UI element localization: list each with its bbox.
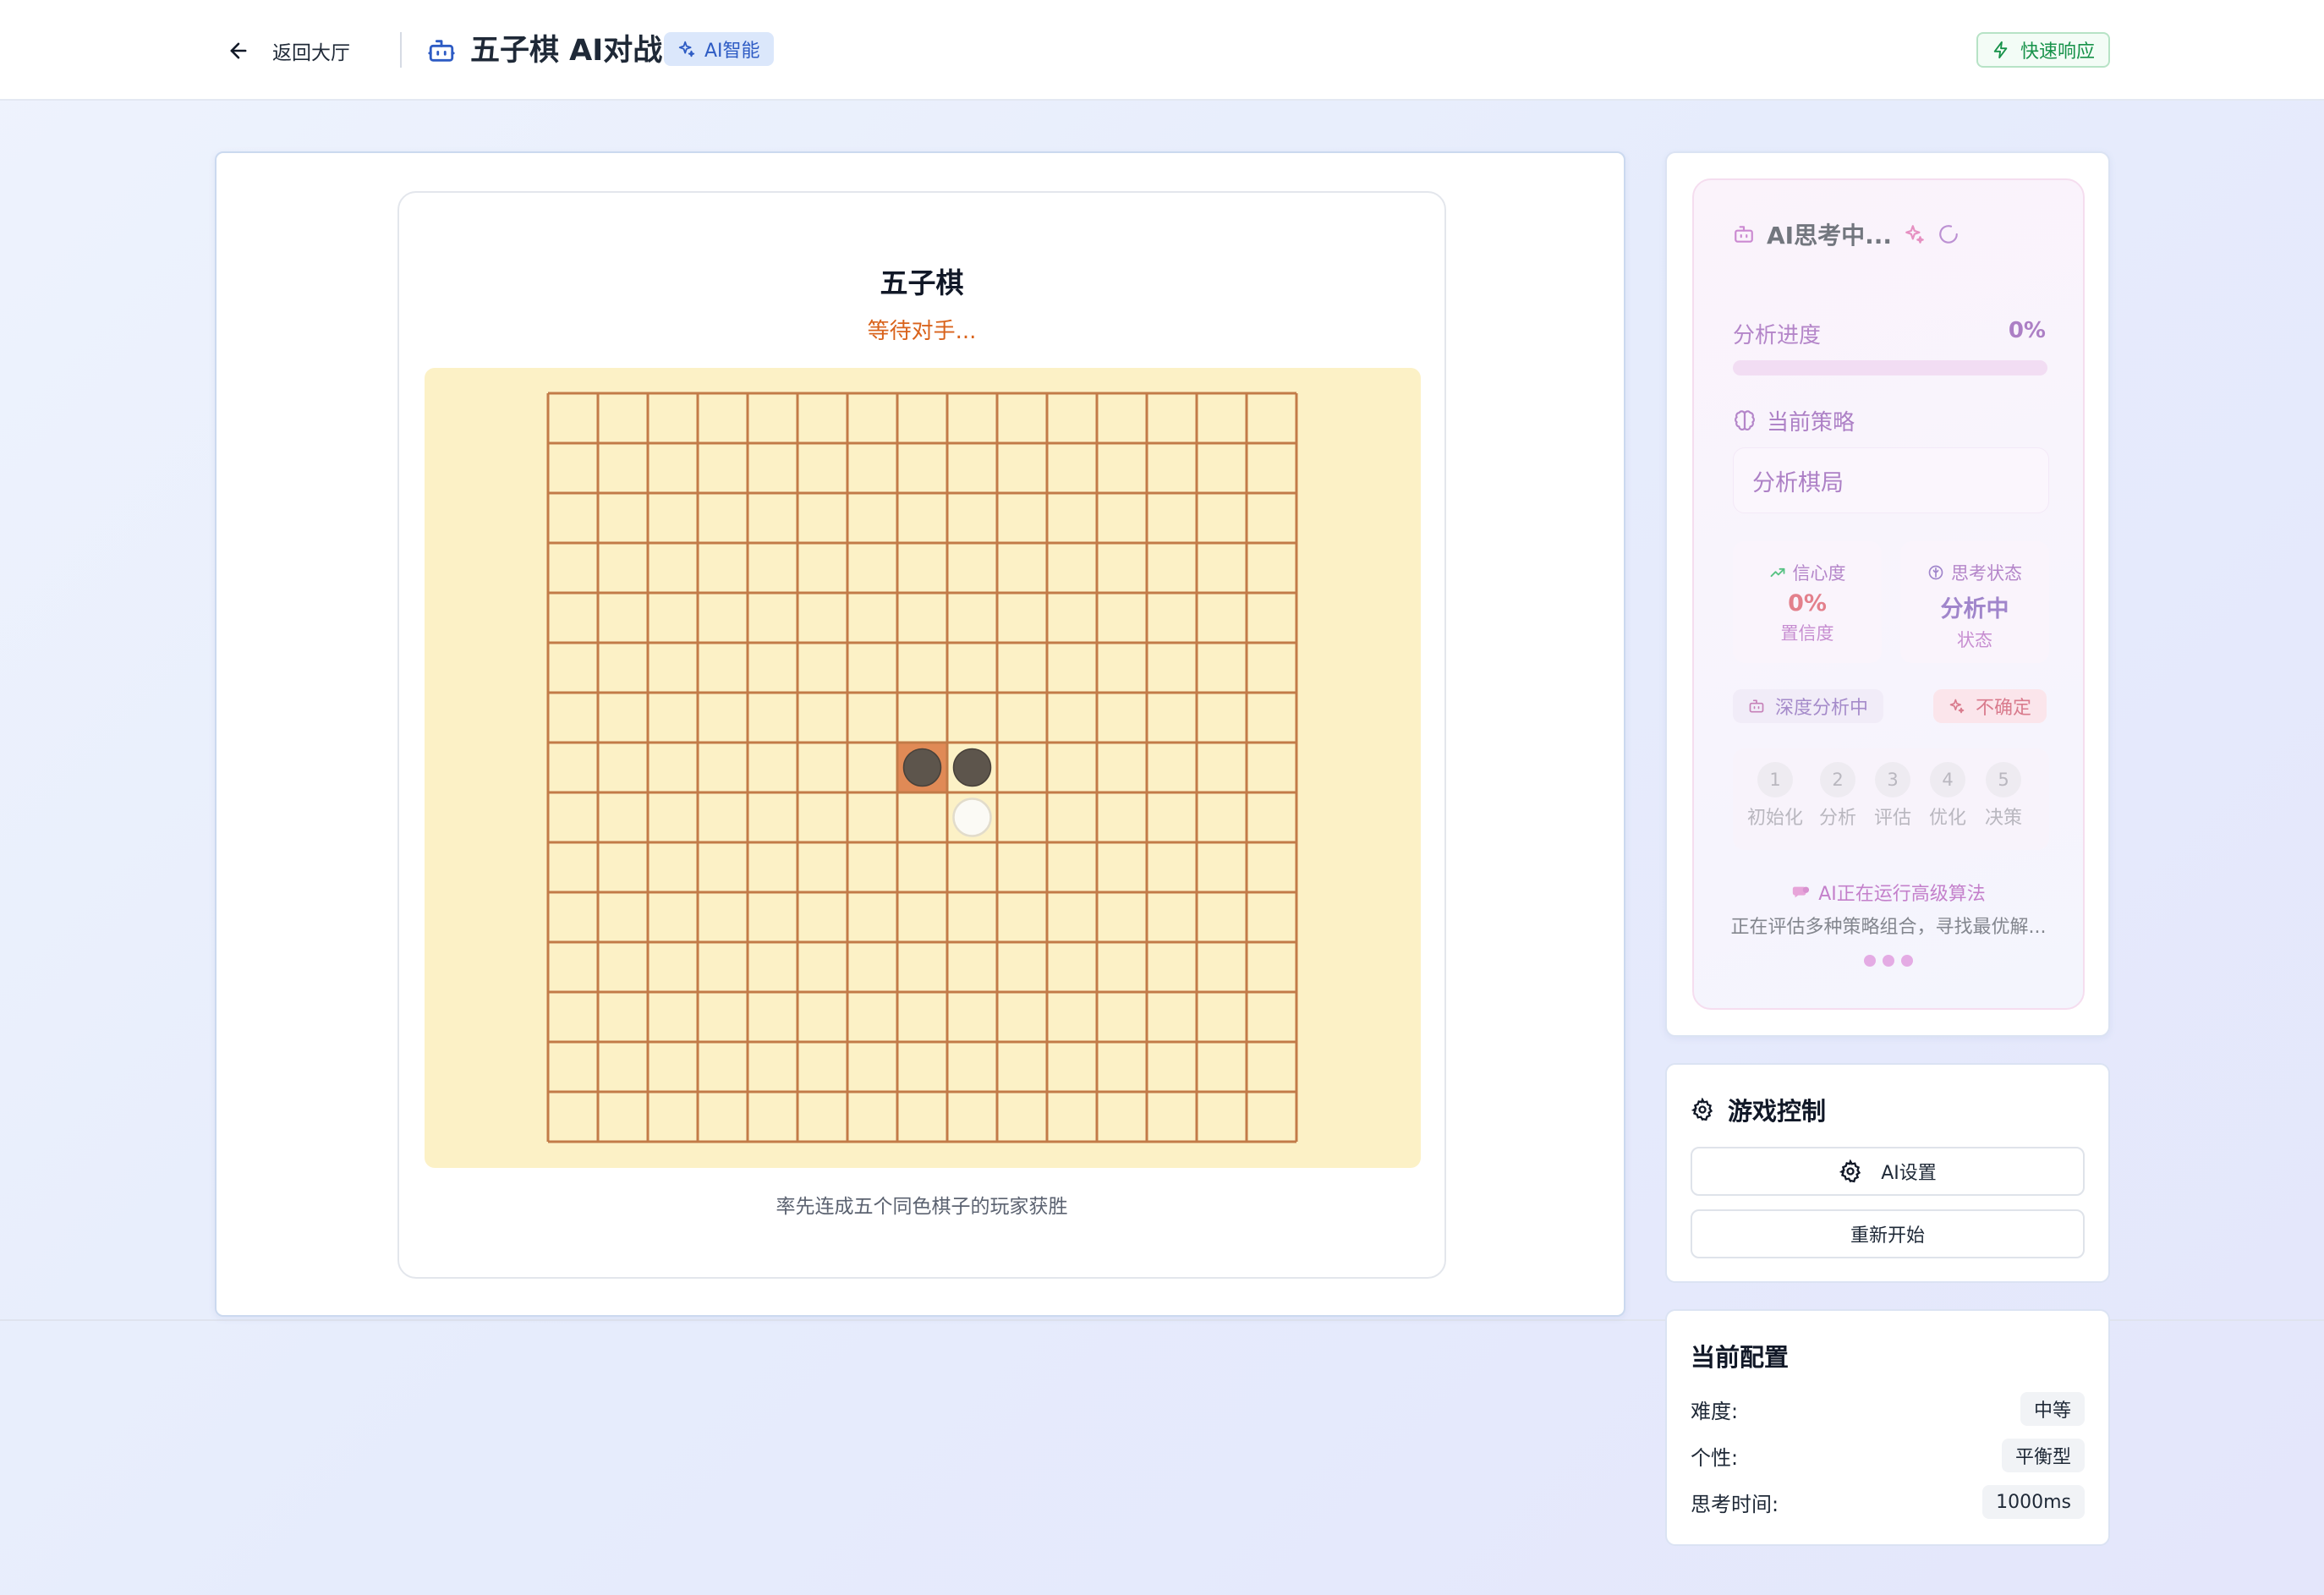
ai-smart-badge: AI智能 [664,32,774,66]
ai-thinking-header: AI思考中... [1733,217,1960,251]
sparkles-icon [1949,699,1965,714]
step-name: 决策 [1984,808,2022,829]
step-name: 优化 [1928,808,1966,829]
strategy-label: 当前策略 [1767,410,1855,436]
step-analyze: 2 分析 [1808,762,1867,830]
confidence-sub: 置信度 [1780,623,1834,644]
page-title: 五子棋 AI对战 [470,34,663,68]
game-control-panel: 游戏控制 AI设置 重新开始 [1665,1063,2110,1283]
config-row-difficulty: 难度: 中等 [1691,1391,2085,1427]
step-number: 5 [1986,762,2021,798]
loading-spinner-icon [1939,225,1958,244]
ai-settings-label: AI设置 [1881,1163,1937,1184]
step-name: 初始化 [1746,808,1803,829]
sparkles-icon [678,41,695,58]
ai-thinking-card: AI思考中... 分析进度 0% 当前策略 分析棋局 信心度 0% 置信度 思考… [1692,178,2085,1010]
loading-dot [1901,955,1913,967]
game-board-panel: 五子棋 等待对手... 率先连成五个同色棋子的玩家获胜 [215,151,1625,1317]
fast-badge-label: 快速响应 [2020,41,2095,63]
confidence-label: 信心度 [1792,563,1846,584]
strategy-label-row: 当前策略 [1733,405,1855,436]
config-key: 个性: [1691,1445,1739,1470]
thinking-state-sub: 状态 [1957,630,1992,650]
config-row-think-time: 思考时间: 1000ms [1691,1484,2085,1520]
white-stone [952,798,992,837]
running-title-text: AI正在运行高级算法 [1818,884,1986,905]
chat-bubble-icon [1793,886,1810,898]
game-control-header: 游戏控制 [1691,1092,1826,1127]
fast-response-badge: 快速响应 [1976,32,2110,68]
game-title: 五子棋 [880,266,964,299]
brain-icon [1735,409,1755,430]
confidence-card: 信心度 0% 置信度 [1733,541,1882,663]
gomoku-board[interactable] [425,368,1421,1168]
analysis-steps: 1 初始化 2 分析 3 评估 4 优化 5 决策 [1733,748,2049,850]
current-config-title: 当前配置 [1691,1343,1790,1372]
game-control-title: 游戏控制 [1728,1097,1827,1126]
black-stone [952,748,992,787]
current-config-panel: 当前配置 难度: 中等 个性: 平衡型 思考时间: 1000ms [1665,1309,2110,1546]
config-value: 中等 [2020,1392,2085,1426]
depth-analysis-tag: 深度分析中 [1733,689,1884,723]
loading-dot [1864,955,1876,967]
lightning-icon [1993,41,2008,59]
running-algorithm-description: 正在评估多种策略组合，寻找最优解... [1730,917,2047,938]
thinking-state-value: 分析中 [1940,596,2009,622]
ai-settings-button[interactable]: AI设置 [1691,1147,2085,1196]
loading-dots [1694,955,2083,967]
step-optimize: 4 优化 [1918,762,1977,830]
robot-icon [1735,226,1753,243]
config-value: 平衡型 [2001,1439,2085,1472]
loading-dot [1883,955,1894,967]
black-stone [902,748,942,787]
uncertain-label: 不确定 [1976,698,2032,719]
running-algorithm-title: AI正在运行高级算法 [1694,879,2083,906]
confidence-value: 0% [1788,590,1827,617]
thinking-state-card: 思考状态 分析中 状态 [1900,541,2049,663]
gear-icon [1839,1159,1861,1183]
progress-value: 0% [2008,318,2046,343]
brain-icon [1928,565,1943,580]
back-to-lobby-button[interactable]: 返回大厅 [227,30,350,71]
depth-analysis-label: 深度分析中 [1775,698,1869,719]
rule-text: 率先连成五个同色棋子的玩家获胜 [776,1196,1068,1218]
robot-icon [1749,699,1764,713]
board-card: 五子棋 等待对手... 率先连成五个同色棋子的玩家获胜 [397,191,1446,1279]
progress-bar [1733,360,2047,375]
robot-icon [428,40,455,62]
ai-thinking-panel: AI思考中... 分析进度 0% 当前策略 分析棋局 信心度 0% 置信度 思考… [1665,151,2110,1037]
config-row-personality: 个性: 平衡型 [1691,1438,2085,1473]
thinking-state-label: 思考状态 [1951,563,2022,584]
config-key: 思考时间: [1691,1492,1779,1516]
step-name: 评估 [1873,808,1911,829]
strategy-value: 分析棋局 [1733,447,2049,513]
progress-label: 分析进度 [1733,323,1822,348]
step-init: 1 初始化 [1746,762,1805,830]
step-number: 1 [1757,762,1793,798]
uncertain-tag: 不确定 [1933,689,2047,723]
restart-label: 重新开始 [1850,1225,1925,1247]
trend-up-icon [1770,567,1784,578]
step-number: 4 [1930,762,1965,798]
step-number: 3 [1875,762,1910,798]
step-evaluate: 3 评估 [1863,762,1922,830]
ai-thinking-label: AI思考中... [1767,222,1892,249]
step-number: 2 [1820,762,1855,798]
arrow-left-icon [230,42,247,59]
config-key: 难度: [1691,1399,1739,1423]
step-name: 分析 [1818,808,1856,829]
thinking-state-label-row: 思考状态 [1900,560,2049,585]
config-value: 1000ms [1982,1485,2085,1519]
step-decide: 5 决策 [1974,762,2033,830]
game-status: 等待对手... [867,319,977,344]
sparkles-icon [1905,225,1924,244]
restart-button[interactable]: 重新开始 [1691,1209,2085,1258]
back-label: 返回大厅 [272,42,350,64]
top-header: 返回大厅 五子棋 AI对战 AI智能 快速响应 [0,0,2324,101]
ai-badge-label: AI智能 [704,41,760,62]
board-grid[interactable] [425,368,1421,1168]
confidence-label-row: 信心度 [1733,560,1882,585]
gear-icon [1691,1098,1713,1121]
header-divider [400,32,402,68]
